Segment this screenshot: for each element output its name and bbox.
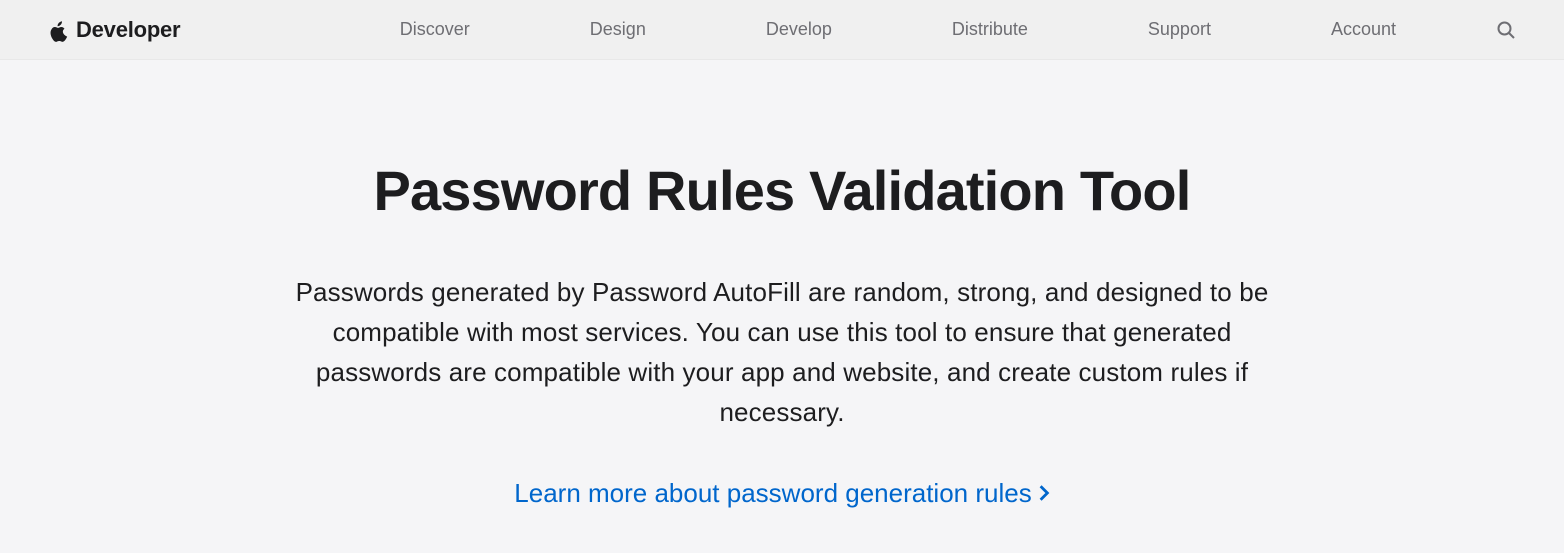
page-description: Passwords generated by Password AutoFill… <box>272 272 1292 433</box>
main-content: Password Rules Validation Tool Passwords… <box>232 60 1332 549</box>
chevron-right-icon <box>1038 484 1050 502</box>
nav-brand[interactable]: Developer <box>48 17 180 43</box>
apple-logo-icon <box>48 18 68 42</box>
learn-more-text: Learn more about password generation rul… <box>514 478 1031 509</box>
nav-link-design[interactable]: Design <box>530 19 706 40</box>
search-icon[interactable] <box>1496 20 1516 40</box>
nav-link-support[interactable]: Support <box>1088 19 1271 40</box>
nav-link-account[interactable]: Account <box>1271 19 1456 40</box>
page-title: Password Rules Validation Tool <box>272 160 1292 222</box>
nav-link-develop[interactable]: Develop <box>706 19 892 40</box>
nav-link-distribute[interactable]: Distribute <box>892 19 1088 40</box>
nav-links: Discover Design Develop Distribute Suppo… <box>340 19 1456 40</box>
brand-text: Developer <box>76 17 180 43</box>
main-navbar: Developer Discover Design Develop Distri… <box>0 0 1564 60</box>
learn-more-link[interactable]: Learn more about password generation rul… <box>514 478 1049 509</box>
nav-link-discover[interactable]: Discover <box>340 19 530 40</box>
